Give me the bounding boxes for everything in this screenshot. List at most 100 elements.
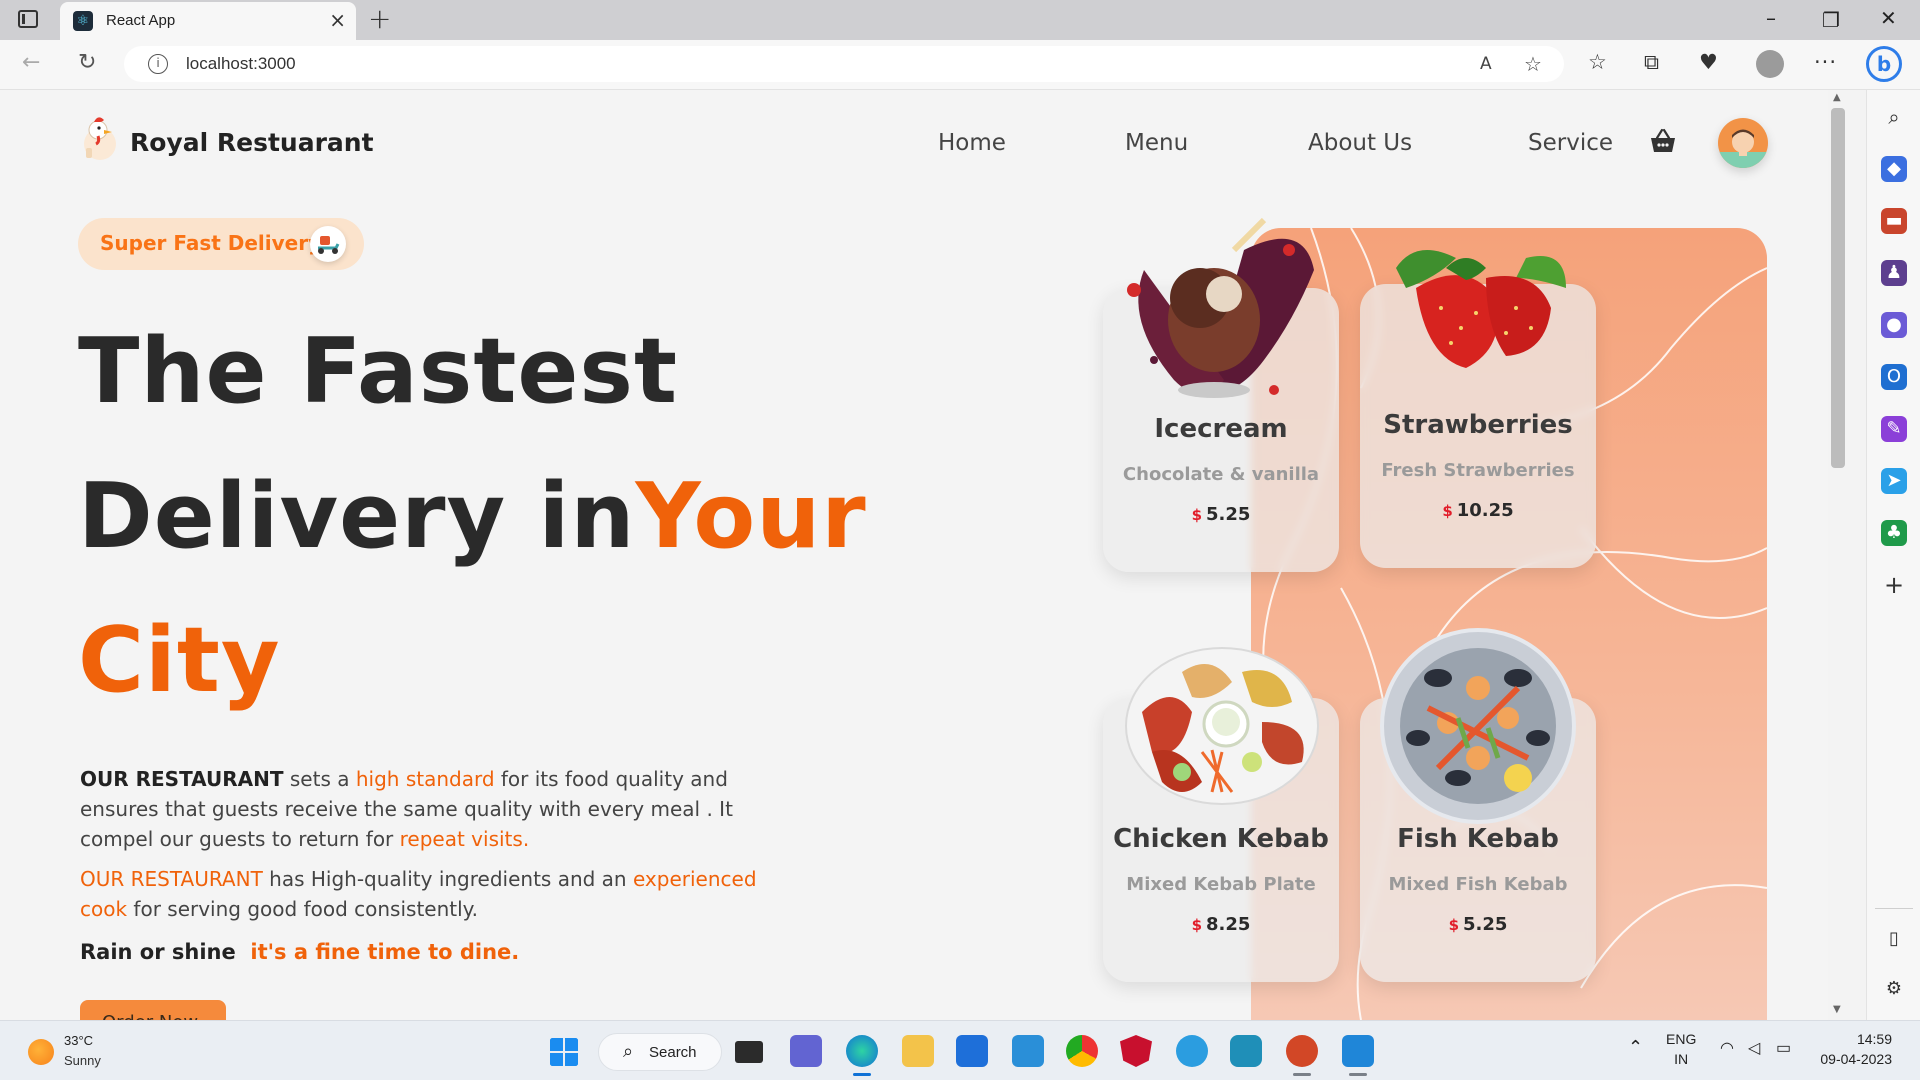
edge-browser-icon[interactable] xyxy=(846,1035,878,1067)
refresh-icon[interactable]: ↻ xyxy=(78,50,96,75)
close-window-icon[interactable]: ✕ xyxy=(1880,6,1897,30)
scroll-up-icon[interactable]: ▲ xyxy=(1833,92,1841,103)
restaurant-bold: OUR RESTAURANT xyxy=(80,767,284,791)
browser-tab[interactable]: ⚛ React App × xyxy=(60,2,356,40)
profile-icon[interactable] xyxy=(1756,50,1784,78)
sidebar-games-icon[interactable]: ♟ xyxy=(1881,260,1907,286)
weather-condition[interactable]: Sunny xyxy=(64,1053,101,1068)
edge-sidebar: ⌕ ◆ ▬ ♟ ● O ✎ ➤ ♣ + ▯ ⚙ xyxy=(1866,90,1920,1020)
hero-line-2-accent: Your xyxy=(635,464,867,569)
sidebar-search-icon[interactable]: ⌕ xyxy=(1881,104,1907,130)
tab-actions-icon[interactable] xyxy=(18,10,38,28)
site-info-icon[interactable]: i xyxy=(148,54,168,74)
task-view-icon[interactable] xyxy=(735,1041,763,1063)
sidebar-settings-icon[interactable]: ⚙ xyxy=(1881,976,1907,1002)
volume-icon[interactable]: ◁ xyxy=(1748,1039,1760,1059)
sidebar-divider xyxy=(1875,908,1913,909)
card-title: Icecream xyxy=(1154,414,1288,444)
restore-icon[interactable]: ❐ xyxy=(1822,8,1840,32)
mcafee-icon[interactable] xyxy=(1120,1035,1152,1067)
hero-line-3: City xyxy=(78,616,281,706)
strawberries-image xyxy=(1396,250,1566,368)
microsoft-store-icon[interactable] xyxy=(956,1035,988,1067)
file-explorer-icon[interactable] xyxy=(902,1035,934,1067)
card-title: Fish Kebab xyxy=(1397,824,1559,854)
url-text[interactable]: localhost:3000 xyxy=(186,54,296,74)
address-toolbar: ← ↻ i localhost:3000 A ☆ ☆ ⧉ ♥ ··· b xyxy=(0,40,1920,90)
add-favorite-icon[interactable]: ☆ xyxy=(1524,52,1542,76)
wifi-icon[interactable]: ◠ xyxy=(1720,1039,1734,1059)
sidebar-tree-icon[interactable]: ♣ xyxy=(1881,520,1907,546)
battery-icon[interactable]: ▭ xyxy=(1776,1039,1791,1059)
windows-start-icon[interactable] xyxy=(549,1037,579,1067)
hero-line-3-accent: City xyxy=(78,608,281,713)
card-title: Strawberries xyxy=(1383,410,1573,440)
weather-sun-icon[interactable] xyxy=(28,1039,54,1065)
cortana-icon[interactable] xyxy=(1230,1035,1262,1067)
hero-line-2: Delivery inYour xyxy=(78,472,867,562)
address-input[interactable]: i localhost:3000 A ☆ xyxy=(124,46,1564,82)
delivery-scooter-icon xyxy=(310,226,346,262)
teams-chat-icon[interactable] xyxy=(790,1035,822,1067)
weather-temperature[interactable]: 33°C xyxy=(64,1033,93,1048)
close-tab-icon[interactable]: × xyxy=(329,8,346,32)
minimize-icon[interactable]: – xyxy=(1766,6,1776,30)
page-scrollbar[interactable]: ▲ ▼ xyxy=(1828,90,1848,1020)
vscode-icon[interactable] xyxy=(1342,1035,1374,1067)
sidebar-tools-icon[interactable]: ▬ xyxy=(1881,208,1907,234)
powerpoint-active-indicator xyxy=(1293,1073,1311,1076)
nav-menu[interactable]: Menu xyxy=(1125,130,1188,156)
cart-basket-icon[interactable] xyxy=(1648,126,1678,156)
sidebar-designer-icon[interactable]: ✎ xyxy=(1881,416,1907,442)
vscode-active-indicator xyxy=(1349,1073,1367,1076)
intro-paragraph-1: OUR RESTAURANT sets a high standard for … xyxy=(80,767,733,851)
card-price: $5.25 xyxy=(1191,504,1251,525)
nav-home[interactable]: Home xyxy=(938,130,1006,156)
search-icon: ⌕ xyxy=(623,1041,634,1062)
chef-logo-icon xyxy=(84,117,116,160)
favorites-icon[interactable]: ☆ xyxy=(1588,50,1607,74)
order-now-button[interactable]: Order Now xyxy=(80,1000,226,1020)
browser-essentials-icon[interactable]: ♥ xyxy=(1699,50,1718,74)
scroll-down-icon[interactable]: ▼ xyxy=(1833,1004,1841,1015)
tagline: Rain or shine it's a fine time to dine. xyxy=(80,940,520,964)
user-avatar[interactable] xyxy=(1718,118,1768,168)
scroll-thumb[interactable] xyxy=(1831,108,1845,468)
bing-copilot-icon[interactable]: b xyxy=(1866,46,1902,82)
card-price: $10.25 xyxy=(1442,500,1514,521)
show-hidden-icons-icon[interactable]: ⌃ xyxy=(1628,1037,1643,1057)
card-price: $5.25 xyxy=(1448,914,1508,935)
powerpoint-icon[interactable] xyxy=(1286,1035,1318,1067)
sidebar-microsoft365-icon[interactable]: ● xyxy=(1881,312,1907,338)
card-subtitle: Mixed Kebab Plate xyxy=(1126,874,1316,895)
card-subtitle: Fresh Strawberries xyxy=(1381,460,1575,481)
edge-active-indicator xyxy=(853,1073,871,1076)
badge-text: Super Fast Delivery xyxy=(100,231,322,255)
myhp-icon[interactable] xyxy=(1012,1035,1044,1067)
collections-icon[interactable]: ⧉ xyxy=(1644,50,1659,75)
sidebar-add-icon[interactable]: + xyxy=(1881,572,1907,598)
card-subtitle: Chocolate & vanilla xyxy=(1122,464,1320,485)
hero-line-1: The Fastest xyxy=(78,319,678,424)
read-aloud-icon[interactable]: A xyxy=(1480,54,1492,74)
sidebar-send-icon[interactable]: ➤ xyxy=(1881,468,1907,494)
back-icon[interactable]: ← xyxy=(22,50,40,75)
sidebar-outlook-icon[interactable]: O xyxy=(1881,364,1907,390)
new-tab-icon[interactable]: + xyxy=(368,2,391,35)
get-help-icon[interactable] xyxy=(1176,1035,1208,1067)
nav-about-us[interactable]: About Us xyxy=(1308,130,1412,156)
nav-service[interactable]: Service xyxy=(1528,130,1613,156)
card-subtitle: Mixed Fish Kebab xyxy=(1388,874,1568,895)
language-indicator[interactable]: ENG IN xyxy=(1666,1029,1696,1069)
page-content: Royal Restuarant Home Menu About Us Serv… xyxy=(0,90,1828,1020)
taskbar-search[interactable]: ⌕ Search xyxy=(598,1033,722,1071)
brand-name[interactable]: Royal Restuarant xyxy=(130,128,374,157)
intro-paragraph-2: OUR RESTAURANT has High-quality ingredie… xyxy=(80,867,757,921)
tab-strip: ⚛ React App × + – ❐ ✕ xyxy=(0,0,1920,40)
sidebar-shopping-icon[interactable]: ◆ xyxy=(1881,156,1907,182)
sidebar-split-icon[interactable]: ▯ xyxy=(1881,926,1907,952)
more-options-icon[interactable]: ··· xyxy=(1814,50,1837,74)
chrome-icon[interactable] xyxy=(1066,1035,1098,1067)
clock[interactable]: 14:59 09-04-2023 xyxy=(1812,1029,1892,1069)
icecream-image xyxy=(1127,217,1314,398)
